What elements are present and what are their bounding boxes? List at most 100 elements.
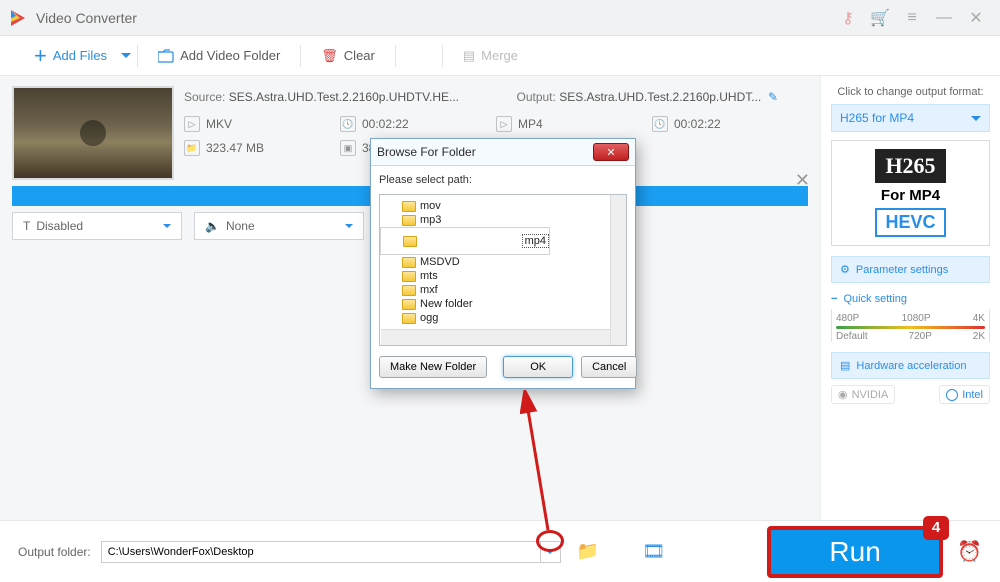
folder-icon [402,299,416,310]
video-thumbnail[interactable] [12,86,174,180]
sliders-icon: ⚙ [840,263,850,276]
format-icon: ▷ [496,116,512,132]
add-video-folder-label: Add Video Folder [180,48,280,63]
alarm-icon[interactable]: ⏰ [957,539,982,564]
menu-icon[interactable]: ≡ [896,9,928,27]
scrollbar-vertical[interactable] [610,195,626,345]
resolution-scale-bottom: Default 720P 2K [836,331,985,342]
run-label: Run [829,536,880,568]
chevron-down-icon [163,224,171,228]
clock-icon: 🕓 [652,116,668,132]
subtitle-select[interactable]: T Disabled [12,212,182,240]
source-format: MKV [206,117,232,131]
chevron-down-icon [971,116,981,121]
toolbar: + Add Files Add Video Folder 🗑 Clear ▤ M… [0,36,1000,76]
merge-icon: ▤ [463,48,475,64]
folder-icon: 📁 [184,140,200,156]
clock-icon: 🕓 [340,116,356,132]
subtitle-icon: T [23,219,30,233]
add-files-label: Add Files [53,48,107,63]
tree-item[interactable]: mov [380,199,626,213]
output-folder-input[interactable] [101,541,541,563]
output-duration: 00:02:22 [674,117,721,131]
tree-item[interactable]: New folder [380,297,626,311]
intel-badge: Intel [939,385,990,404]
app-title: Video Converter [36,10,137,26]
open-folder-icon[interactable]: 📁 [575,541,601,563]
quick-setting-label: Quick setting [843,293,907,305]
audio-icon: 🔈 [205,219,220,233]
output-format-preview[interactable]: H265 For MP4 HEVC [831,140,990,246]
minimize-icon[interactable]: — [928,9,960,27]
parameter-settings-button[interactable]: ⚙ Parameter settings [831,256,990,283]
add-files-button[interactable]: + Add Files [20,41,121,71]
source-duration: 00:02:22 [362,117,409,131]
plus-icon: + [34,45,47,67]
cart-icon[interactable]: 🛒 [864,8,896,28]
folder-icon [402,271,416,282]
trash-icon: 🗑 [321,48,338,64]
folder-icon [402,257,416,268]
tree-item-label: ogg [420,312,438,324]
folder-icon [402,285,416,296]
resolution-slider[interactable] [836,326,985,329]
clear-label: Clear [344,48,375,63]
clear-button[interactable]: 🗑 Clear [307,44,389,68]
title-bar: Video Converter ⚷ 🛒 ≡ — ✕ [0,0,1000,36]
tree-item[interactable]: ogg [380,311,626,325]
folder-plus-icon [158,49,174,63]
h265-badge: H265 [875,149,945,183]
run-button[interactable]: Run 4 [767,526,943,578]
add-files-dropdown-icon[interactable] [121,53,131,58]
output-format: MP4 [518,117,543,131]
output-format-hint: Click to change output format: [831,86,990,98]
close-icon[interactable]: ✕ [960,8,992,28]
folder-icon [403,236,417,247]
scrollbar-horizontal[interactable] [381,329,610,345]
tree-item[interactable]: mxf [380,283,626,297]
output-format-label: H265 for MP4 [840,111,914,125]
tree-item-label: mov [420,200,441,212]
output-folder-label: Output folder: [18,545,91,559]
source-label: Source: [184,90,225,104]
output-filename: SES.Astra.UHD.Test.2.2160p.UHDT... [559,90,761,104]
key-icon[interactable]: ⚷ [832,8,864,28]
tree-item-label: mp4 [522,234,549,248]
make-new-folder-button[interactable]: Make New Folder [379,356,487,378]
remove-item-icon[interactable]: ✕ [795,170,810,191]
step-badge: 4 [923,516,949,540]
source-size: 323.47 MB [206,141,264,155]
edit-icon[interactable]: ✎ [768,90,778,104]
tree-item[interactable]: mts [380,269,626,283]
resolution-scale-top: 480P 1080P 4K [836,313,985,324]
subtitle-value: Disabled [36,219,83,233]
cancel-button[interactable]: Cancel [581,356,637,378]
film-icon[interactable]: 🎞 [641,541,667,563]
for-mp4-label: For MP4 [840,187,981,204]
tree-item[interactable]: mp3 [380,213,626,227]
quick-setting-header: − Quick setting [831,293,990,305]
tree-item[interactable]: MSDVD [380,255,626,269]
tree-item[interactable]: mp4 [380,227,550,255]
parameter-settings-label: Parameter settings [856,264,948,276]
app-logo [8,8,28,28]
dialog-close-icon[interactable]: ✕ [593,143,629,161]
audio-select[interactable]: 🔈None [194,212,364,240]
minus-icon: − [831,293,837,305]
output-format-select[interactable]: H265 for MP4 [831,104,990,132]
output-label: Output: [516,90,555,104]
add-video-folder-button[interactable]: Add Video Folder [144,44,294,67]
nvidia-badge: ◉NVIDIA [831,385,895,404]
intel-icon [946,389,958,401]
resolution-icon: ▣ [340,140,356,156]
annotation-circle [536,530,564,552]
chip-icon: ▤ [840,359,850,372]
merge-button[interactable]: ▤ Merge [449,44,532,68]
format-icon: ▷ [184,116,200,132]
ok-button[interactable]: OK [503,356,573,378]
hardware-acceleration-label: Hardware acceleration [856,360,966,372]
dialog-message: Please select path: [379,174,627,186]
hardware-acceleration-button[interactable]: ▤ Hardware acceleration [831,352,990,379]
hevc-badge: HEVC [875,208,945,237]
folder-tree[interactable]: movmp3 mp4 MSDVDmtsmxfNew folderogg [379,194,627,346]
